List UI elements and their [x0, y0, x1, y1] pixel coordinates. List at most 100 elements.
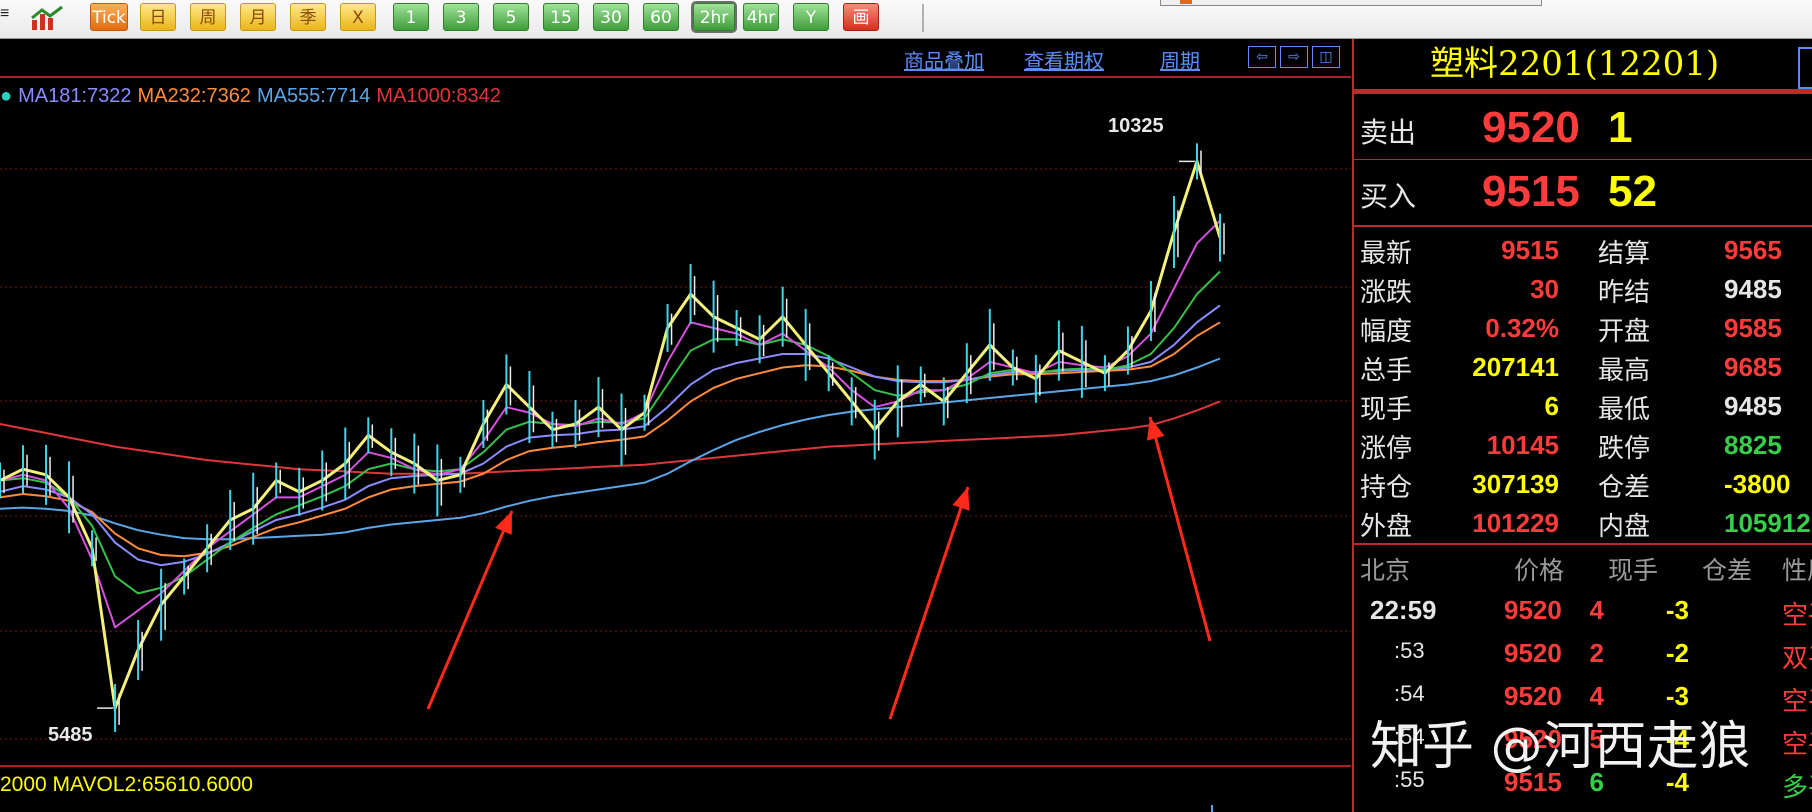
legend-ma181: MA181:7322	[18, 85, 132, 107]
period-button[interactable]: Tick	[90, 3, 128, 31]
stat-value: -3800	[1724, 469, 1791, 499]
contract-title: 塑料2201(12201)	[1430, 44, 1720, 84]
annotation-arrow	[888, 486, 970, 720]
layout-icon[interactable]: ◫	[1312, 46, 1340, 68]
stat-label: 最低	[1598, 395, 1651, 425]
stat-row: 总手 207141 最高 9685	[1354, 346, 1812, 386]
series-line-MA232	[0, 321, 1221, 558]
period-button[interactable]: 5	[493, 3, 529, 31]
buy-label: 买入	[1360, 180, 1417, 213]
stat-label: 最高	[1598, 356, 1651, 386]
sell-qty: 1	[1608, 103, 1633, 152]
stat-label: 涨停	[1360, 434, 1413, 464]
tick-diff: -3	[1665, 595, 1689, 625]
stat-row: 持仓 307139 仓差 -3800	[1354, 463, 1812, 503]
stat-value: 9685	[1724, 352, 1782, 382]
tick-nature: 空平	[1782, 687, 1812, 717]
series-line-green	[0, 270, 1221, 595]
stat-row: 现手 6 最低 9485	[1354, 385, 1812, 425]
tick-qty: 2	[1589, 638, 1604, 668]
tick-diff: -2	[1665, 638, 1689, 668]
sell-label: 卖出	[1360, 116, 1417, 149]
tick-nature: 多平	[1782, 773, 1812, 803]
popup-marker	[1180, 0, 1192, 4]
tick-price: 9520	[1504, 595, 1562, 625]
volume-legend: 2000 MAVOL2:65610.6000	[0, 773, 253, 796]
legend-ma555: MA555:7714	[256, 85, 371, 107]
period-button[interactable]: 60	[643, 3, 679, 31]
stat-label: 内盘	[1598, 512, 1651, 542]
stat-label: 仓差	[1598, 473, 1651, 503]
period-button[interactable]: 月	[240, 3, 276, 31]
legend-ma1000: MA1000:8342	[376, 85, 501, 107]
stat-value: 9565	[1724, 235, 1782, 265]
stat-value: 207141	[1472, 352, 1559, 382]
stat-row: 最新 9515 结算 9565	[1354, 229, 1812, 269]
period-button[interactable]: 3	[443, 3, 479, 31]
tick-qty: 4	[1589, 595, 1604, 625]
stat-value: 9585	[1724, 313, 1782, 343]
stat-label: 总手	[1360, 356, 1413, 386]
ma-legend: ● MA181:7322 MA232:7362 MA555:7714 MA1000:83…	[0, 85, 507, 108]
period-button[interactable]: 4hr	[743, 3, 779, 31]
sell-row: 卖出 9520 1	[1354, 97, 1812, 155]
period-button[interactable]: 日	[140, 3, 176, 31]
stat-value: 105912	[1724, 508, 1811, 538]
stat-value: 9485	[1724, 274, 1782, 304]
period-button[interactable]: 1	[393, 3, 429, 31]
tick-nature: 双平	[1782, 644, 1812, 674]
annotation-arrowhead	[952, 487, 970, 511]
period-button[interactable]: 周	[190, 3, 226, 31]
series-line-MA181	[0, 304, 1221, 567]
col-diff: 仓差	[1702, 556, 1753, 585]
overlay-link[interactable]: 商品叠加	[904, 45, 984, 74]
tick-table-header: 北京 价格 现手 仓差 性质	[1354, 547, 1812, 587]
col-time: 北京	[1360, 556, 1411, 585]
tick-nature: 空平	[1782, 730, 1812, 760]
stat-label: 涨跌	[1360, 278, 1413, 308]
col-nature: 性质	[1782, 556, 1812, 585]
period-button[interactable]: X	[340, 3, 376, 31]
col-price: 价格	[1514, 556, 1565, 585]
period-button[interactable]: Y	[793, 3, 829, 31]
scroll-left-icon[interactable]: ⇦	[1248, 46, 1276, 68]
period-button[interactable]: 30	[593, 3, 629, 31]
stat-label: 跌停	[1598, 434, 1651, 464]
series-line-MA1000	[0, 400, 1221, 475]
buy-qty: 52	[1608, 167, 1657, 216]
stat-label: 开盘	[1598, 317, 1651, 347]
legend-ma232: MA232:7362	[137, 85, 251, 107]
tick-row: 22:59 9520 4 -3 空平	[1354, 589, 1812, 631]
chart-type-icon[interactable]	[30, 4, 66, 32]
stat-value: 10145	[1486, 430, 1559, 460]
stat-row: 涨停 10145 跌停 8825	[1354, 424, 1812, 464]
price-chart[interactable]	[0, 39, 1351, 812]
chart-panel[interactable]: 商品叠加 查看期权 周期 ⇦ ⇨ ◫ ● MA181:7322 MA232:7362 MA…	[0, 39, 1351, 812]
period-link[interactable]: 周期	[1160, 45, 1200, 74]
tick-price: 9520	[1504, 638, 1562, 668]
tick-time: 22:59	[1370, 595, 1437, 625]
divider	[1354, 159, 1812, 160]
scroll-right-icon[interactable]: ⇨	[1280, 46, 1308, 68]
legend-dot: ●	[0, 85, 13, 107]
annotation-arrowhead	[495, 511, 512, 535]
stat-label: 外盘	[1360, 512, 1413, 542]
stat-value: 8825	[1724, 430, 1782, 460]
period-button[interactable]: 画	[843, 3, 879, 31]
high-price-label: 10325	[1108, 115, 1164, 137]
tick-nature: 空平	[1782, 601, 1812, 631]
panel-toggle-icon[interactable]	[1798, 47, 1812, 89]
stat-label: 结算	[1598, 239, 1651, 269]
period-button[interactable]: 2hr	[691, 1, 737, 33]
annotation-arrowhead	[1147, 417, 1165, 441]
low-price-label: 5485	[48, 724, 93, 746]
stat-value: 30	[1530, 274, 1559, 304]
stat-value: 0.32%	[1485, 313, 1559, 343]
period-button[interactable]: 季	[290, 3, 326, 31]
tick-row: :53 9520 2 -2 双平	[1354, 632, 1812, 674]
period-button[interactable]: 15	[543, 3, 579, 31]
menu-icon[interactable]: ≡	[0, 5, 10, 29]
stat-label: 昨结	[1598, 278, 1651, 308]
chart-nav: ⇦ ⇨ ◫	[1248, 46, 1344, 70]
options-link[interactable]: 查看期权	[1024, 45, 1104, 74]
